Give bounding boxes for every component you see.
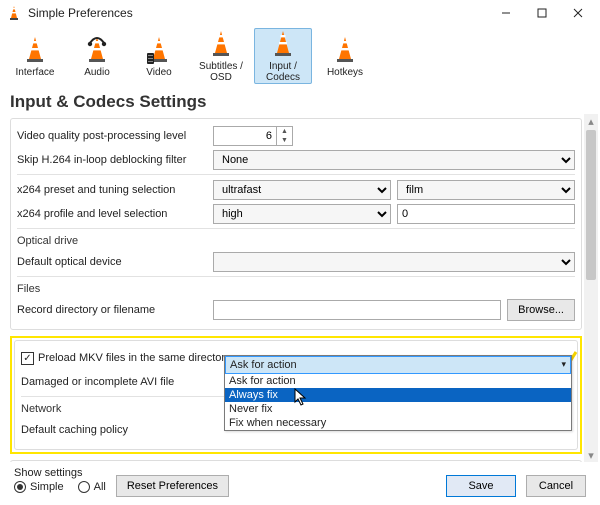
settings-content: Video quality post-processing level ▲▼ S…	[10, 118, 582, 462]
record-directory-input[interactable]	[213, 300, 501, 320]
show-all-radio[interactable]: All	[78, 481, 106, 493]
save-button[interactable]: Save	[446, 475, 516, 497]
cancel-button[interactable]: Cancel	[526, 475, 586, 497]
spinner-down-icon[interactable]: ▼	[277, 136, 292, 145]
scrollbar-up-icon[interactable]: ▴	[584, 114, 598, 128]
film-cone-icon	[145, 35, 173, 65]
window-title: Simple Preferences	[28, 6, 488, 20]
show-settings-label: Show settings	[14, 467, 106, 479]
cone-icon	[21, 35, 49, 65]
scrollbar-thumb[interactable]	[586, 130, 596, 280]
x264-preset-select[interactable]: ultrafast	[213, 180, 391, 200]
close-button[interactable]	[560, 2, 596, 24]
checkbox-checked-icon: ✓	[21, 352, 34, 365]
maximize-button[interactable]	[524, 2, 560, 24]
x264-level-input[interactable]	[397, 204, 575, 224]
skip-h264-label: Skip H.264 in-loop deblocking filter	[17, 154, 213, 166]
dropdown-option-always-fix[interactable]: Always fix	[225, 388, 571, 402]
default-optical-label: Default optical device	[17, 256, 213, 268]
dropdown-option-never-fix[interactable]: Never fix	[225, 402, 571, 416]
radio-unselected-icon	[78, 481, 90, 493]
tab-interface[interactable]: Interface	[6, 28, 64, 84]
record-directory-label: Record directory or filename	[17, 304, 213, 316]
video-quality-spinner[interactable]: ▲▼	[213, 126, 293, 146]
spinner-up-icon[interactable]: ▲	[277, 127, 292, 136]
optical-drive-heading: Optical drive	[17, 233, 575, 249]
tab-video[interactable]: Video	[130, 28, 188, 84]
x264-tuning-select[interactable]: film	[397, 180, 575, 200]
cone-icon	[269, 29, 297, 59]
tab-audio[interactable]: Audio	[68, 28, 126, 84]
browse-button[interactable]: Browse...	[507, 299, 575, 321]
x264-preset-label: x264 preset and tuning selection	[17, 184, 213, 196]
default-caching-label: Default caching policy	[21, 424, 217, 436]
video-quality-label: Video quality post-processing level	[17, 130, 213, 142]
cone-icon	[331, 35, 359, 65]
show-simple-radio[interactable]: Simple	[14, 481, 64, 493]
x264-profile-select[interactable]: high	[213, 204, 391, 224]
footer-bar: Show settings Simple All Reset Preferenc…	[0, 465, 600, 505]
x264-profile-label: x264 profile and level selection	[17, 208, 213, 220]
tab-input-codecs[interactable]: Input / Codecs	[254, 28, 312, 84]
tab-subtitles[interactable]: Subtitles / OSD	[192, 28, 250, 84]
damaged-avi-dropdown-open[interactable]: Ask for action Ask for action Always fix…	[224, 355, 572, 431]
title-bar: Simple Preferences	[0, 0, 600, 26]
headphones-cone-icon	[83, 35, 111, 65]
dropdown-option-ask[interactable]: Ask for action	[225, 374, 571, 388]
skip-h264-select[interactable]: None	[213, 150, 575, 170]
dropdown-selected-header[interactable]: Ask for action	[225, 356, 571, 374]
preferences-toolbar: Interface Audio Video Subtitles / OSD In…	[0, 26, 600, 86]
scrollbar-down-icon[interactable]: ▾	[584, 448, 598, 462]
tab-hotkeys[interactable]: Hotkeys	[316, 28, 374, 84]
files-heading: Files	[17, 281, 575, 297]
minimize-button[interactable]	[488, 2, 524, 24]
reset-preferences-button[interactable]: Reset Preferences	[116, 475, 229, 497]
video-quality-value[interactable]	[214, 127, 276, 145]
damaged-avi-label: Damaged or incomplete AVI file	[21, 376, 217, 388]
preload-mkv-checkbox[interactable]: ✓ Preload MKV files in the same director…	[21, 352, 231, 365]
section-heading: Input & Codecs Settings	[0, 86, 600, 114]
mouse-cursor-icon	[294, 388, 308, 406]
radio-selected-icon	[14, 481, 26, 493]
cone-icon	[207, 29, 235, 59]
dropdown-option-fix-when-necessary[interactable]: Fix when necessary	[225, 416, 571, 430]
vlc-app-icon	[6, 5, 22, 21]
default-optical-select[interactable]	[213, 252, 575, 272]
vertical-scrollbar[interactable]: ▴ ▾	[584, 114, 598, 462]
